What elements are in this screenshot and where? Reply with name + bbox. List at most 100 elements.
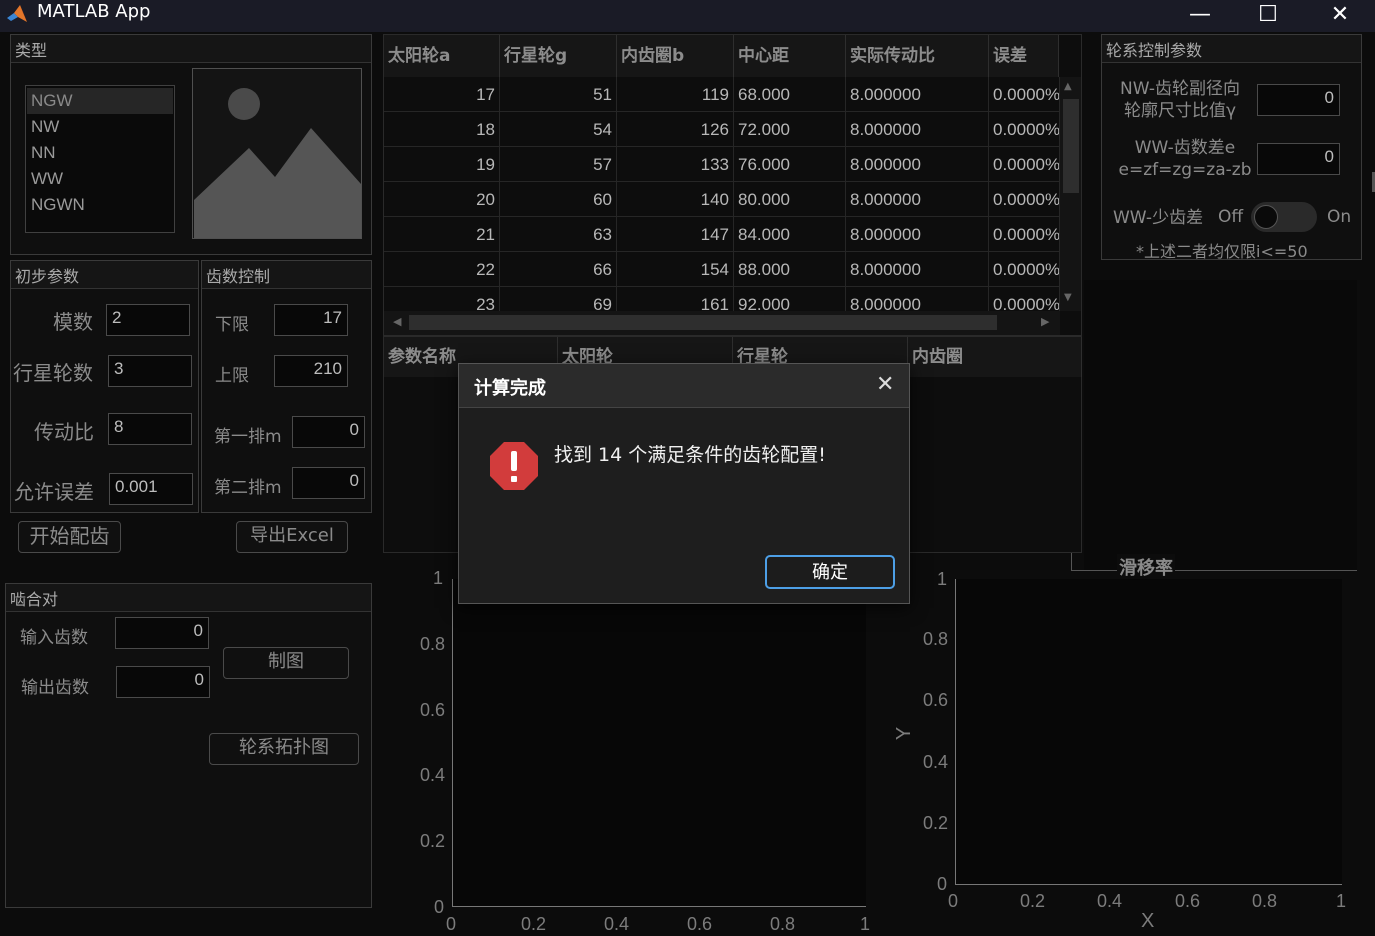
table-row[interactable]: 22 66 154 88.000 8.000000 0.0000% [384, 252, 1060, 287]
table-cell[interactable]: 88.000 [734, 252, 846, 287]
scroll-down-icon[interactable]: ▼ [1064, 292, 1072, 303]
column-header[interactable]: 行星轮g [500, 35, 617, 77]
table-row[interactable]: 19 57 133 76.000 8.000000 0.0000% [384, 147, 1060, 182]
left-axes[interactable] [452, 579, 866, 907]
table-cell[interactable]: 21 [384, 217, 500, 252]
right-axes[interactable] [955, 579, 1342, 885]
table-cell[interactable]: 154 [617, 252, 734, 287]
table-row[interactable]: 17 51 119 68.000 8.000000 0.0000% [384, 77, 1060, 112]
scrollbar-thumb[interactable] [409, 315, 997, 330]
dialog-header: 计算完成 ✕ [459, 364, 909, 408]
table-row[interactable]: 21 63 147 84.000 8.000000 0.0000% [384, 217, 1060, 252]
table-cell[interactable]: 119 [617, 77, 734, 112]
table-cell[interactable]: 8.000000 [846, 112, 989, 147]
close-icon[interactable]: ✕ [876, 372, 894, 397]
list-item[interactable]: NW [27, 114, 173, 140]
column-header[interactable]: 太阳轮a [384, 35, 500, 77]
column-header[interactable]: 误差 [989, 35, 1059, 77]
table-cell[interactable]: 0.0000% [989, 112, 1060, 147]
mesh-pair-title: 啮合对 [6, 584, 371, 612]
table-cell[interactable]: 8.000000 [846, 147, 989, 182]
row2-field[interactable]: 0 [292, 467, 365, 499]
table-row[interactable]: 20 60 140 80.000 8.000000 0.0000% [384, 182, 1060, 217]
column-header[interactable]: 内齿圈b [617, 35, 734, 77]
scroll-left-icon[interactable]: ◀ [393, 315, 401, 328]
planets-field[interactable]: 3 [108, 355, 192, 387]
tolerance-field[interactable]: 0.001 [109, 473, 193, 505]
table-cell[interactable]: 8.000000 [846, 182, 989, 217]
module-field[interactable]: 2 [106, 304, 190, 336]
table-cell[interactable]: 8.000000 [846, 77, 989, 112]
table-cell[interactable]: 8.000000 [846, 252, 989, 287]
lower-limit-field[interactable]: 17 [274, 304, 348, 336]
table-cell[interactable]: 51 [500, 77, 617, 112]
horizontal-scrollbar[interactable]: ◀ ▶ [384, 311, 1060, 335]
type-listbox[interactable]: NGW NW NN WW NGWN [25, 85, 175, 233]
column-header[interactable]: 实际传动比 [846, 35, 989, 77]
table-row[interactable]: 23 69 161 92.000 8.000000 0.0000% [384, 287, 1060, 311]
table-cell[interactable]: 18 [384, 112, 500, 147]
table-cell[interactable]: 68.000 [734, 77, 846, 112]
table-cell[interactable]: 60 [500, 182, 617, 217]
table-cell[interactable]: 84.000 [734, 217, 846, 252]
output-teeth-field[interactable]: 0 [116, 666, 210, 698]
upper-limit-field[interactable]: 210 [274, 355, 348, 387]
close-window-button[interactable]: ✕ [1305, 0, 1375, 32]
row1-field[interactable]: 0 [292, 416, 365, 448]
ww-small-diff-switch[interactable] [1251, 202, 1317, 232]
input-teeth-field[interactable]: 0 [115, 617, 209, 649]
table-cell[interactable]: 140 [617, 182, 734, 217]
table-cell[interactable]: 0.0000% [989, 77, 1060, 112]
table-cell[interactable]: 66 [500, 252, 617, 287]
table-cell[interactable]: 0.0000% [989, 287, 1060, 311]
list-item[interactable]: WW [27, 166, 173, 192]
draw-button[interactable]: 制图 [223, 647, 349, 679]
maximize-button[interactable]: ☐ [1233, 0, 1303, 32]
table-cell[interactable]: 72.000 [734, 112, 846, 147]
vertical-scrollbar[interactable]: ▲ ▼ [1060, 77, 1081, 311]
nw-ratio-field[interactable]: 0 [1257, 84, 1340, 116]
start-matching-button[interactable]: 开始配齿 [18, 521, 121, 553]
table-cell[interactable]: 57 [500, 147, 617, 182]
minimize-button[interactable]: — [1165, 0, 1235, 32]
table-cell[interactable]: 8.000000 [846, 217, 989, 252]
table-cell[interactable]: 0.0000% [989, 182, 1060, 217]
table-cell[interactable]: 0.0000% [989, 252, 1060, 287]
table-cell[interactable]: 17 [384, 77, 500, 112]
table-cell[interactable]: 126 [617, 112, 734, 147]
ratio-field[interactable]: 8 [108, 413, 192, 445]
table-cell[interactable]: 133 [617, 147, 734, 182]
y-tick-label: 1 [433, 568, 444, 588]
table-cell[interactable]: 19 [384, 147, 500, 182]
table-row[interactable]: 18 54 126 72.000 8.000000 0.0000% [384, 112, 1060, 147]
column-header[interactable]: 中心距 [734, 35, 846, 77]
switch-knob[interactable] [1254, 205, 1278, 229]
scroll-up-icon[interactable]: ▲ [1064, 81, 1072, 92]
table-cell[interactable]: 80.000 [734, 182, 846, 217]
table-cell[interactable]: 92.000 [734, 287, 846, 311]
table-cell[interactable]: 22 [384, 252, 500, 287]
gear-control-panel: 轮系控制参数 NW-齿轮副径向 轮廓尺寸比值γ 0 WW-齿数差e e=zf=z… [1101, 34, 1362, 261]
list-item[interactable]: NGW [27, 88, 173, 114]
topology-button[interactable]: 轮系拓扑图 [209, 733, 359, 765]
table-cell[interactable]: 8.000000 [846, 287, 989, 311]
scrollbar-thumb[interactable] [1063, 99, 1079, 193]
results-table[interactable]: 太阳轮a 行星轮g 内齿圈b 中心距 实际传动比 误差 17 51 119 68.00… [383, 34, 1082, 336]
column-header[interactable]: 内齿圈 [908, 337, 1082, 377]
export-excel-button[interactable]: 导出Excel [236, 521, 348, 553]
table-cell[interactable]: 0.0000% [989, 217, 1060, 252]
table-cell[interactable]: 20 [384, 182, 500, 217]
scroll-right-icon[interactable]: ▶ [1041, 315, 1049, 328]
list-item[interactable]: NGWN [27, 192, 173, 218]
table-cell[interactable]: 54 [500, 112, 617, 147]
ww-diff-field[interactable]: 0 [1257, 143, 1340, 175]
ok-button[interactable]: 确定 [765, 555, 895, 589]
table-cell[interactable]: 76.000 [734, 147, 846, 182]
list-item[interactable]: NN [27, 140, 173, 166]
table-cell[interactable]: 69 [500, 287, 617, 311]
table-cell[interactable]: 0.0000% [989, 147, 1060, 182]
table-cell[interactable]: 147 [617, 217, 734, 252]
table-cell[interactable]: 161 [617, 287, 734, 311]
table-cell[interactable]: 23 [384, 287, 500, 311]
table-cell[interactable]: 63 [500, 217, 617, 252]
